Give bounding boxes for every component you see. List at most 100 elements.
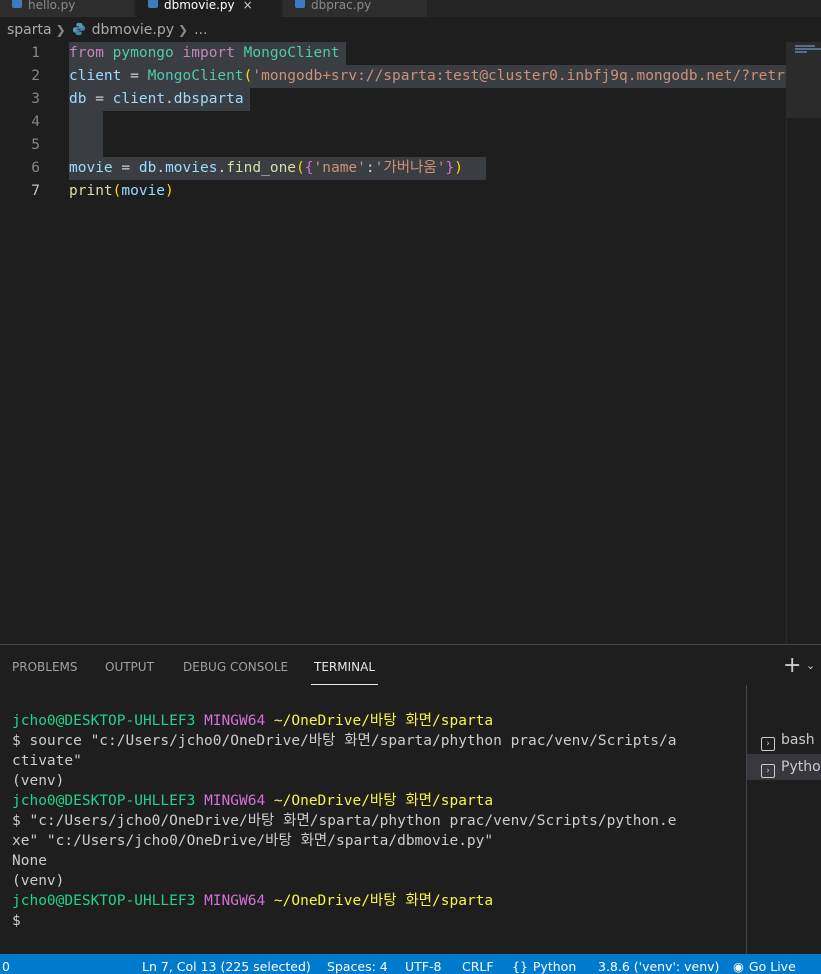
code-token: client	[69, 68, 122, 84]
terminal-line: jcho0@DESKTOP-UHLLEF3 MINGW64 ~/OneDrive…	[12, 793, 494, 809]
breadcrumb-more[interactable]: ...	[194, 22, 207, 38]
status-eol[interactable]: CRLF	[462, 954, 494, 974]
panel-tab-bar: PROBLEMS OUTPUT DEBUG CONSOLE TERMINAL +…	[0, 645, 821, 687]
broadcast-icon: ◉	[733, 959, 744, 974]
status-bar: 0 Ln 7, Col 13 (225 selected) Spaces: 4 …	[0, 954, 821, 974]
status-indentation[interactable]: Spaces: 4	[327, 954, 388, 974]
line-number: 3	[31, 91, 40, 107]
terminal-line: jcho0@DESKTOP-UHLLEF3 MINGW64 ~/OneDrive…	[12, 713, 494, 729]
tab-label: dbprac.py	[311, 0, 372, 12]
terminal-line: (venv)	[12, 773, 65, 789]
selection-highlight	[69, 134, 103, 157]
code-token: dbsparta	[173, 91, 244, 107]
code-token: )	[165, 183, 174, 199]
tab-problems[interactable]: PROBLEMS	[12, 660, 78, 674]
line-number: 4	[31, 114, 40, 130]
code-token: (	[296, 160, 305, 176]
terminal-icon: ›	[761, 737, 775, 751]
status-go-live[interactable]: ◉ Go Live	[733, 954, 796, 974]
code-line[interactable]: 5	[0, 134, 786, 157]
code-token: =	[121, 68, 148, 84]
breadcrumb-folder[interactable]: sparta	[7, 22, 52, 38]
code-line[interactable]: 6 movie = db.movies.find_one({'name':'가버나…	[0, 157, 786, 180]
tab-terminal[interactable]: TERMINAL	[310, 660, 379, 685]
terminal-line: (venv)	[12, 873, 65, 889]
python-file-icon	[148, 0, 158, 8]
tab-hello-py[interactable]: hello.py	[0, 0, 135, 17]
code-token: db	[138, 160, 157, 176]
code-token: movie	[121, 183, 166, 199]
tab-debug-console[interactable]: DEBUG CONSOLE	[183, 660, 288, 674]
minimap[interactable]	[786, 42, 821, 644]
code-text: db = client.dbsparta	[69, 88, 244, 111]
bottom-panel: PROBLEMS OUTPUT DEBUG CONSOLE TERMINAL +…	[0, 644, 821, 955]
minimap-line	[795, 48, 821, 50]
python-file-icon	[12, 0, 22, 8]
editor-tab-bar: hello.py dbmovie.py × dbprac.py	[0, 0, 821, 17]
status-problems-count[interactable]: 0	[2, 954, 10, 974]
terminal-prompt: $	[12, 913, 21, 929]
terminal-line: ctivate"	[12, 753, 82, 769]
chevron-right-icon: ❯	[55, 23, 66, 37]
code-token: print	[69, 183, 113, 199]
code-text: from pymongo import MongoClient	[69, 42, 340, 65]
terminal-line: $ source "c:/Users/jcho0/OneDrive/바탕 화면/…	[12, 733, 677, 749]
line-number: 5	[31, 137, 40, 153]
code-token: 'mongodb+srv://sparta:test@cluster0.inbf…	[252, 68, 786, 84]
terminal-item-bash[interactable]: › bash	[747, 727, 821, 753]
tab-dbmovie-py[interactable]: dbmovie.py ×	[136, 0, 282, 17]
minimap-line	[795, 45, 815, 47]
tab-label: hello.py	[28, 0, 76, 12]
code-token: movies	[165, 160, 218, 176]
terminal-list: ›bash ›Python	[746, 685, 821, 955]
line-number: 7	[31, 183, 40, 199]
code-token: :	[365, 160, 375, 176]
braces-icon: {}	[512, 959, 528, 974]
minimap-line	[795, 51, 807, 53]
status-cursor-position[interactable]: Ln 7, Col 13 (225 selected)	[142, 954, 311, 974]
status-interpreter[interactable]: 3.8.6 ('venv': venv)	[598, 954, 719, 974]
code-token: )	[454, 160, 463, 176]
code-line[interactable]: 4	[0, 111, 786, 134]
code-line[interactable]: 7 print(movie)	[0, 180, 786, 203]
terminal-output[interactable]: jcho0@DESKTOP-UHLLEF3 MINGW64 ~/OneDrive…	[12, 711, 746, 931]
tab-output[interactable]: OUTPUT	[105, 660, 154, 674]
code-line[interactable]: 1 from pymongo import MongoClient	[0, 42, 786, 65]
chevron-down-icon[interactable]: ⌄	[806, 659, 815, 672]
code-token: MongoClient	[147, 68, 244, 84]
line-number: 6	[31, 160, 40, 176]
add-terminal-icon[interactable]: +	[783, 653, 801, 679]
code-token: =	[112, 160, 139, 176]
code-token: db	[69, 91, 87, 107]
minimap-slider[interactable]	[787, 42, 821, 118]
code-token: 'name'	[313, 160, 366, 176]
close-icon[interactable]: ×	[243, 0, 253, 12]
code-token: pymongo	[112, 45, 174, 61]
python-file-icon	[295, 0, 305, 8]
terminal-item-python[interactable]: ›Python	[747, 754, 821, 780]
selection-highlight	[69, 111, 103, 134]
terminal-icon: ›	[761, 764, 775, 778]
status-language[interactable]: {} Python	[512, 954, 576, 974]
code-token: MongoClient	[243, 45, 340, 61]
code-editor[interactable]: 1 from pymongo import MongoClient 2 client …	[0, 42, 786, 644]
code-token: client	[112, 91, 166, 107]
tab-dbprac-py[interactable]: dbprac.py	[283, 0, 428, 17]
line-number: 2	[31, 68, 40, 84]
status-encoding[interactable]: UTF-8	[405, 954, 441, 974]
code-text: client = MongoClient('mongodb+srv://spar…	[69, 65, 786, 88]
breadcrumb: sparta ❯ dbmovie.py ❯...	[0, 17, 821, 44]
code-line[interactable]: 3 db = client.dbsparta	[0, 88, 786, 111]
terminal-line: jcho0@DESKTOP-UHLLEF3 MINGW64 ~/OneDrive…	[12, 893, 494, 909]
code-token: from	[69, 45, 104, 61]
python-file-icon	[72, 22, 85, 36]
breadcrumb-file[interactable]: dbmovie.py	[92, 22, 174, 38]
terminal-line: $ "c:/Users/jcho0/OneDrive/바탕 화면/sparta/…	[12, 813, 677, 829]
code-token: {	[304, 160, 314, 176]
code-token: .	[217, 160, 227, 176]
terminal-line: xe" "c:/Users/jcho0/OneDrive/바탕 화면/spart…	[12, 833, 494, 849]
code-token: '가버나움'	[374, 160, 446, 176]
code-line[interactable]: 2 client = MongoClient('mongodb+srv://spa…	[0, 65, 786, 88]
